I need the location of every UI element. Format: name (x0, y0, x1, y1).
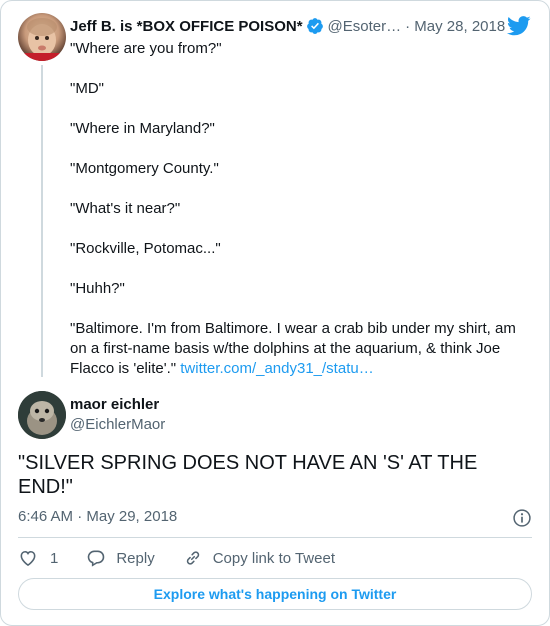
main-author-name[interactable]: maor eichler (70, 396, 159, 413)
actions-divider (18, 537, 532, 538)
parent-author-name[interactable]: Jeff B. is *BOX OFFICE POISON* (70, 18, 303, 35)
parent-avatar[interactable] (18, 13, 66, 61)
reply-button[interactable]: Reply (86, 548, 155, 568)
main-tweet-text: "SILVER SPRING DOES NOT HAVE AN 'S' AT T… (18, 452, 478, 498)
dialogue-line: "Montgomery County." (70, 160, 219, 177)
parent-tweet[interactable]: Jeff B. is *BOX OFFICE POISON* @Esoter… … (1, 1, 549, 385)
quoted-tweet-link[interactable]: twitter.com/_andy31_/statu… (180, 360, 373, 377)
parent-tweet-header: Jeff B. is *BOX OFFICE POISON* @Esoter… … (70, 16, 533, 36)
twitter-bird-icon[interactable] (507, 16, 531, 36)
reply-label: Reply (116, 549, 155, 567)
thread-connector-line (41, 65, 43, 377)
dialogue-line: "Where are you from?" (70, 40, 222, 57)
explore-twitter-button[interactable]: Explore what's happening on Twitter (18, 578, 532, 610)
embedded-tweet-card: Jeff B. is *BOX OFFICE POISON* @Esoter… … (0, 0, 550, 626)
main-author-handle[interactable]: @EichlerMaor (70, 416, 165, 433)
main-avatar[interactable] (18, 391, 66, 439)
verified-badge-icon (306, 18, 323, 34)
like-button[interactable]: 1 (18, 548, 58, 568)
dialogue-line: "Where in Maryland?" (70, 120, 215, 137)
heart-icon (20, 550, 36, 567)
final-dialogue-paragraph: "Baltimore. I'm from Baltimore. I wear a… (70, 319, 530, 379)
dialogue-line: "What's it near?" (70, 200, 181, 217)
parent-author-handle[interactable]: @Esoter… (328, 18, 402, 35)
tweet-actions-bar: 1 Reply Copy link to Tweet (18, 547, 363, 569)
dialogue-line: "MD" (70, 80, 104, 97)
tweet-timestamp[interactable]: 6:46 AM · May 29, 2018 (18, 508, 177, 525)
reply-bubble-icon (88, 550, 105, 567)
copy-link-label: Copy link to Tweet (212, 549, 335, 567)
dialogue-line: "Huhh?" (70, 280, 125, 297)
dialogue-line: "Rockville, Potomac..." (70, 240, 221, 257)
like-count: 1 (50, 549, 59, 567)
link-icon (186, 551, 199, 565)
parent-tweet-text: "Where are you from?" "MD" "Where in Mar… (70, 39, 530, 379)
parent-tweet-date[interactable]: · May 28, 2018 (405, 18, 505, 35)
copy-link-button[interactable]: Copy link to Tweet (183, 548, 335, 568)
info-icon[interactable] (512, 508, 532, 528)
